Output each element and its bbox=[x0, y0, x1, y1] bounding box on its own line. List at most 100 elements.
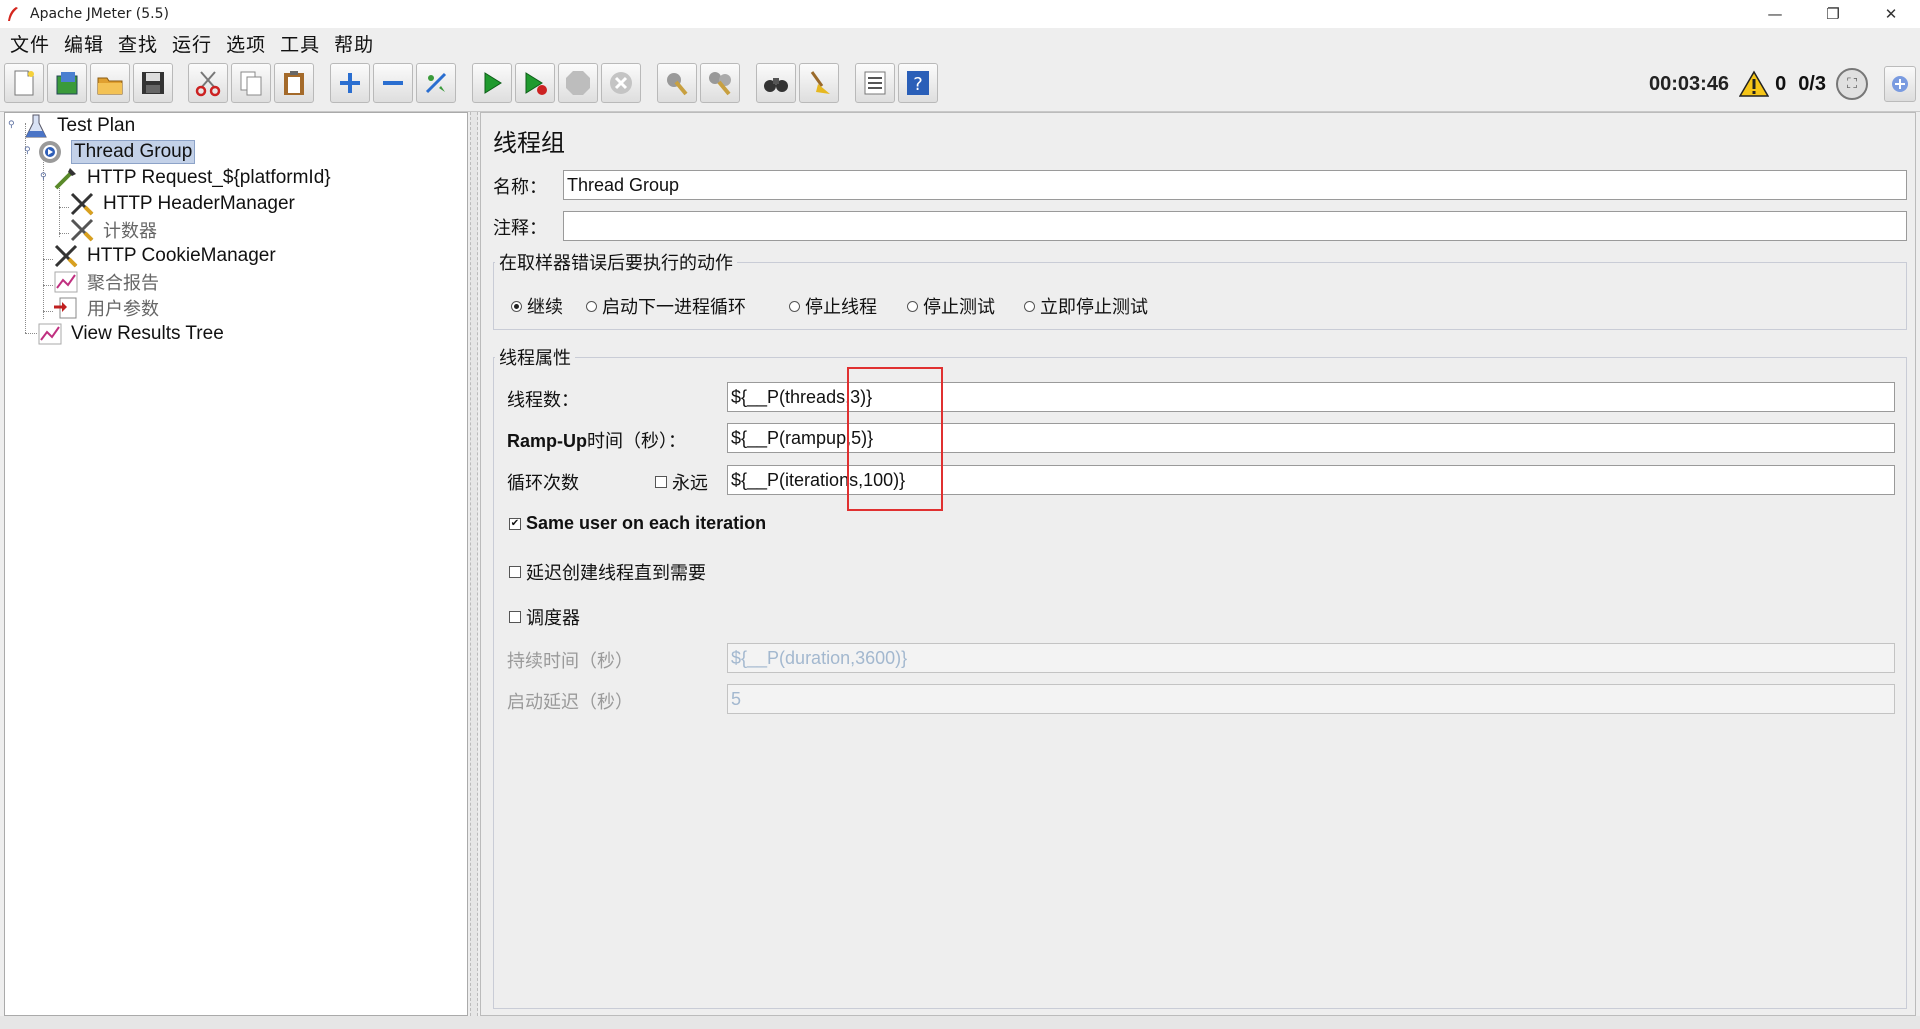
function-helper-button[interactable] bbox=[855, 63, 895, 103]
start-no-pause-button[interactable] bbox=[515, 63, 555, 103]
same-user-label: Same user on each iteration bbox=[526, 513, 767, 533]
shutdown-icon bbox=[610, 72, 632, 94]
forever-label: 永远 bbox=[672, 473, 708, 494]
forever-checkbox[interactable]: 永远 bbox=[655, 469, 708, 495]
start-icon bbox=[484, 72, 502, 94]
scheduler-checkbox[interactable]: 调度器 bbox=[509, 604, 580, 630]
copy-button[interactable] bbox=[231, 63, 271, 103]
help-button[interactable]: ? bbox=[898, 63, 938, 103]
reset-search-icon bbox=[810, 71, 830, 94]
tree-node-label: 计数器 bbox=[103, 221, 157, 242]
radio-stop-test[interactable]: 停止测试 bbox=[907, 293, 995, 319]
stop-button[interactable] bbox=[558, 63, 598, 103]
thread-group-editor: 线程组 名称： 注释： 在取样器错误后要执行的动作 继续 启动下一进程循环 停止… bbox=[480, 112, 1916, 1016]
radio-start-next-loop[interactable]: 启动下一进程循环 bbox=[586, 293, 746, 319]
checkbox-box bbox=[509, 611, 521, 623]
menu-help[interactable]: 帮助 bbox=[334, 30, 374, 57]
tree-node-label: HTTP HeaderManager bbox=[103, 193, 295, 214]
save-button[interactable] bbox=[133, 63, 173, 103]
status-area: 00:03:46 0 0/3 ⛶ bbox=[1649, 64, 1920, 104]
start-no-pause-icon bbox=[525, 72, 547, 95]
radio-stop-thread[interactable]: 停止线程 bbox=[789, 293, 877, 319]
window-titlebar: Apache JMeter (5.5) — ❐ ✕ bbox=[0, 0, 1920, 28]
warning-count: 0 bbox=[1775, 72, 1787, 95]
tree-node-label: 用户参数 bbox=[87, 299, 159, 320]
tree-node-label: Test Plan bbox=[57, 115, 136, 136]
start-button[interactable] bbox=[472, 63, 512, 103]
radio-button bbox=[511, 300, 522, 312]
menu-run[interactable]: 运行 bbox=[172, 30, 212, 57]
clear-all-button[interactable] bbox=[700, 63, 740, 103]
jmeter-feather-icon bbox=[8, 7, 18, 21]
close-button[interactable]: ✕ bbox=[1862, 0, 1920, 28]
warning-icon[interactable] bbox=[1739, 70, 1770, 98]
clear-button[interactable] bbox=[657, 63, 697, 103]
thread-properties-title: 线程属性 bbox=[495, 344, 575, 370]
open-icon bbox=[97, 77, 123, 95]
new-icon bbox=[14, 70, 34, 96]
radio-button bbox=[586, 300, 597, 312]
delay-thread-creation-checkbox[interactable]: 延迟创建线程直到需要 bbox=[509, 559, 706, 585]
templates-button[interactable] bbox=[47, 63, 87, 103]
open-button[interactable] bbox=[90, 63, 130, 103]
elapsed-time: 00:03:46 bbox=[1649, 72, 1730, 95]
menu-search[interactable]: 查找 bbox=[118, 30, 158, 57]
paste-button[interactable] bbox=[274, 63, 314, 103]
startup-delay-label: 启动延迟（秒） bbox=[507, 692, 633, 713]
radio-button bbox=[907, 300, 918, 312]
new-button[interactable] bbox=[4, 63, 44, 103]
radio-label: 启动下一进程循环 bbox=[602, 297, 746, 318]
threads-label: 线程数： bbox=[507, 390, 579, 411]
tree-node-label: 聚合报告 bbox=[87, 273, 159, 294]
stop-icon bbox=[566, 71, 590, 95]
tree-node-view-results-tree[interactable]: View Results Tree bbox=[35, 319, 224, 349]
loops-label: 循环次数 bbox=[507, 473, 579, 494]
duration-field bbox=[727, 643, 1895, 673]
minimize-button[interactable]: — bbox=[1746, 0, 1804, 28]
comment-field[interactable] bbox=[563, 211, 1907, 241]
shutdown-button[interactable] bbox=[601, 63, 641, 103]
toggle-icon bbox=[425, 72, 447, 94]
svg-text:?: ? bbox=[913, 74, 923, 95]
radio-label: 继续 bbox=[527, 297, 563, 318]
listener-icon bbox=[35, 319, 65, 349]
toggle-button[interactable] bbox=[416, 63, 456, 103]
copy-icon bbox=[240, 71, 262, 96]
name-field[interactable] bbox=[563, 170, 1907, 200]
tree-expand-handle[interactable]: ⚲ bbox=[24, 146, 31, 156]
thread-properties-group bbox=[493, 357, 1907, 1009]
delay-label: 延迟创建线程直到需要 bbox=[526, 563, 706, 584]
menu-options[interactable]: 选项 bbox=[226, 30, 266, 57]
radio-continue[interactable]: 继续 bbox=[511, 293, 563, 319]
collapse-all-button[interactable] bbox=[373, 63, 413, 103]
toolbar: ? 00:03:46 0 0/3 ⛶ bbox=[0, 58, 1920, 112]
same-user-checkbox[interactable]: ✔ Same user on each iteration bbox=[509, 513, 766, 534]
remote-status-icon[interactable]: ⛶ bbox=[1836, 68, 1868, 100]
menu-file[interactable]: 文件 bbox=[10, 30, 50, 57]
templates-icon bbox=[56, 72, 78, 95]
search-button[interactable] bbox=[756, 63, 796, 103]
expand-all-button[interactable] bbox=[330, 63, 370, 103]
tree-expand-handle[interactable]: ⚲ bbox=[40, 172, 47, 182]
function-helper-icon bbox=[864, 71, 886, 95]
test-plan-tree: ⚲ ⚲ ⚲ Test Plan Thread Group HTTP Reques… bbox=[4, 112, 468, 1016]
panel-splitter[interactable] bbox=[470, 112, 478, 1016]
startup-delay-field bbox=[727, 684, 1895, 714]
menu-tools[interactable]: 工具 bbox=[280, 30, 320, 57]
page-title: 线程组 bbox=[493, 129, 565, 157]
tree-connector bbox=[43, 159, 44, 319]
rampup-label: Ramp-Up时间（秒）： bbox=[507, 427, 686, 453]
cut-button[interactable] bbox=[188, 63, 228, 103]
log-viewer-icon[interactable] bbox=[1884, 66, 1916, 102]
scheduler-label: 调度器 bbox=[526, 608, 580, 629]
menu-edit[interactable]: 编辑 bbox=[64, 30, 104, 57]
tree-expand-handle[interactable]: ⚲ bbox=[8, 120, 15, 130]
help-icon: ? bbox=[907, 71, 929, 95]
window-title: Apache JMeter (5.5) bbox=[30, 6, 169, 22]
reset-search-button[interactable] bbox=[799, 63, 839, 103]
tree-node-label: Thread Group bbox=[71, 140, 196, 164]
radio-label: 立即停止测试 bbox=[1040, 297, 1148, 318]
radio-stop-test-now[interactable]: 立即停止测试 bbox=[1024, 293, 1148, 319]
sampler-error-title: 在取样器错误后要执行的动作 bbox=[495, 249, 737, 275]
restore-button[interactable]: ❐ bbox=[1804, 0, 1862, 28]
